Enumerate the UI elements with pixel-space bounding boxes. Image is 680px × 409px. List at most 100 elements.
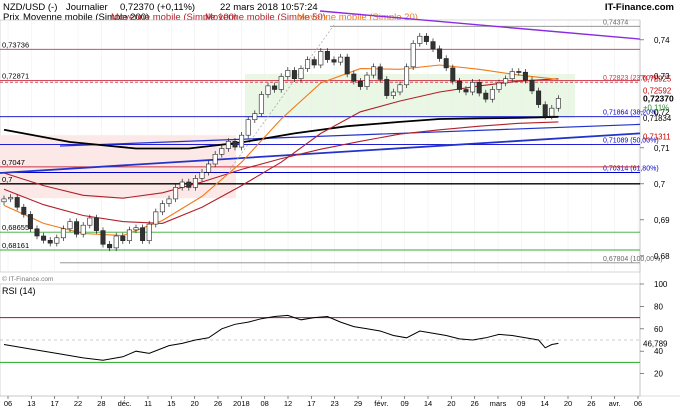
level-label-2: 0,72871 [2, 71, 29, 80]
rsi-tick-label: 100 [654, 280, 668, 289]
candle-down [476, 81, 482, 94]
date-tick-label: 11 [144, 399, 152, 408]
rsi-tick-label: 80 [654, 302, 663, 311]
candle-up [470, 81, 476, 93]
candle-up [371, 66, 377, 76]
date-tick-label: 12 [284, 399, 292, 408]
chart-canvas: © IT-Finance.com RSI (14) 0,74374 0,73736… [0, 10, 680, 408]
candle-up [404, 66, 410, 86]
candle-up [173, 187, 179, 200]
candle-down [437, 48, 443, 59]
candle-down [430, 41, 436, 50]
candle-down [542, 104, 548, 117]
date-tick-label: 09 [400, 399, 408, 408]
candle-up [146, 223, 152, 241]
price-tick-label: 0,69 [654, 216, 670, 225]
candle-up [397, 84, 403, 93]
candle-down [272, 85, 278, 90]
level-label-8: 0,7 [2, 175, 12, 184]
date-tick-label: 15 [167, 399, 175, 408]
candle-down [351, 73, 357, 82]
candle-down [357, 80, 363, 87]
price-badge-0: 0,72925 [643, 75, 672, 84]
rsi-title: RSI (14) [2, 286, 36, 296]
level-label-10: 0,68161 [2, 241, 29, 250]
rsi-tick-label: 20 [654, 370, 663, 379]
candle-down [34, 228, 40, 237]
date-tick-label: 13 [27, 399, 35, 408]
price-tick-label: 0,71 [654, 144, 670, 153]
candle-up [364, 74, 370, 87]
candle-down [120, 235, 126, 241]
date-tick-label: déc. [118, 399, 132, 408]
candle-up [305, 59, 311, 69]
rsi-last-value: 46,789 [643, 339, 668, 348]
date-tick-label: 28 [97, 399, 105, 408]
candle-up [87, 217, 93, 226]
candle-up [265, 85, 271, 95]
price-tick-label: 0,7 [654, 180, 666, 189]
candle-up [417, 35, 423, 44]
level-label-7: 0,7047 [2, 158, 25, 167]
price-tick-label: 0,74 [654, 36, 670, 45]
copyright-text: © IT-Finance.com [2, 275, 53, 283]
candle-down [93, 217, 99, 231]
candle-down [14, 197, 20, 208]
level-label-1: 0,73736 [2, 40, 29, 49]
candle-down [483, 92, 489, 100]
candle-up [509, 71, 515, 79]
candle-down [140, 227, 146, 241]
date-tick-label: 26 [470, 399, 478, 408]
rsi-tick-label: 40 [654, 347, 663, 356]
date-tick-label: 17 [50, 399, 58, 408]
date-tick-label: 06 [4, 399, 12, 408]
candle-down [384, 79, 390, 96]
candle-down [100, 230, 106, 245]
candle-down [536, 90, 542, 105]
candle-down [186, 181, 192, 188]
candle-up [192, 178, 198, 188]
candle-up [258, 94, 264, 114]
candle-up [298, 68, 304, 79]
price-axis: 0,740,730,720,710,70,690,68 [640, 36, 670, 261]
candle-up [60, 228, 66, 239]
candle-up [133, 227, 139, 231]
candle-up [410, 43, 416, 68]
date-tick-label: 08 [260, 399, 268, 408]
candle-down [529, 79, 535, 92]
candle-down [47, 240, 53, 244]
candle-down [21, 206, 27, 215]
candle-up [338, 56, 344, 63]
candle-down [41, 235, 47, 241]
date-tick-label: févr. [374, 399, 388, 408]
candle-up [113, 235, 119, 249]
date-tick-label: 09 [517, 399, 525, 408]
candle-up [225, 141, 231, 149]
candle-up [126, 229, 132, 241]
candle-up [390, 91, 396, 96]
candle-down [324, 51, 330, 60]
date-tick-label: 26 [587, 399, 595, 408]
candle-down [331, 59, 337, 63]
date-tick-label: 20 [564, 399, 572, 408]
candle-up [54, 237, 60, 244]
candle-up [285, 70, 291, 77]
date-tick-label: 2018 [233, 399, 250, 408]
date-tick-label: mars [490, 399, 507, 408]
price-tick-label: 0,68 [654, 252, 670, 261]
candle-up [278, 76, 284, 90]
date-tick-label: 06 [634, 399, 642, 408]
candle-up [239, 134, 245, 148]
date-tick-label: 23 [330, 399, 338, 408]
candle-down [522, 71, 528, 81]
candle-down [344, 56, 350, 75]
candle-up [549, 107, 555, 117]
date-tick-label: avr. [609, 399, 621, 408]
date-tick-label: 14 [540, 399, 548, 408]
candle-up [159, 203, 165, 213]
candle-down [443, 58, 449, 69]
price-badge-3: +0,11% [643, 103, 669, 112]
candle-up [212, 153, 218, 165]
price-badge-2: 0,72370 [643, 93, 674, 103]
candle-up [206, 163, 212, 173]
